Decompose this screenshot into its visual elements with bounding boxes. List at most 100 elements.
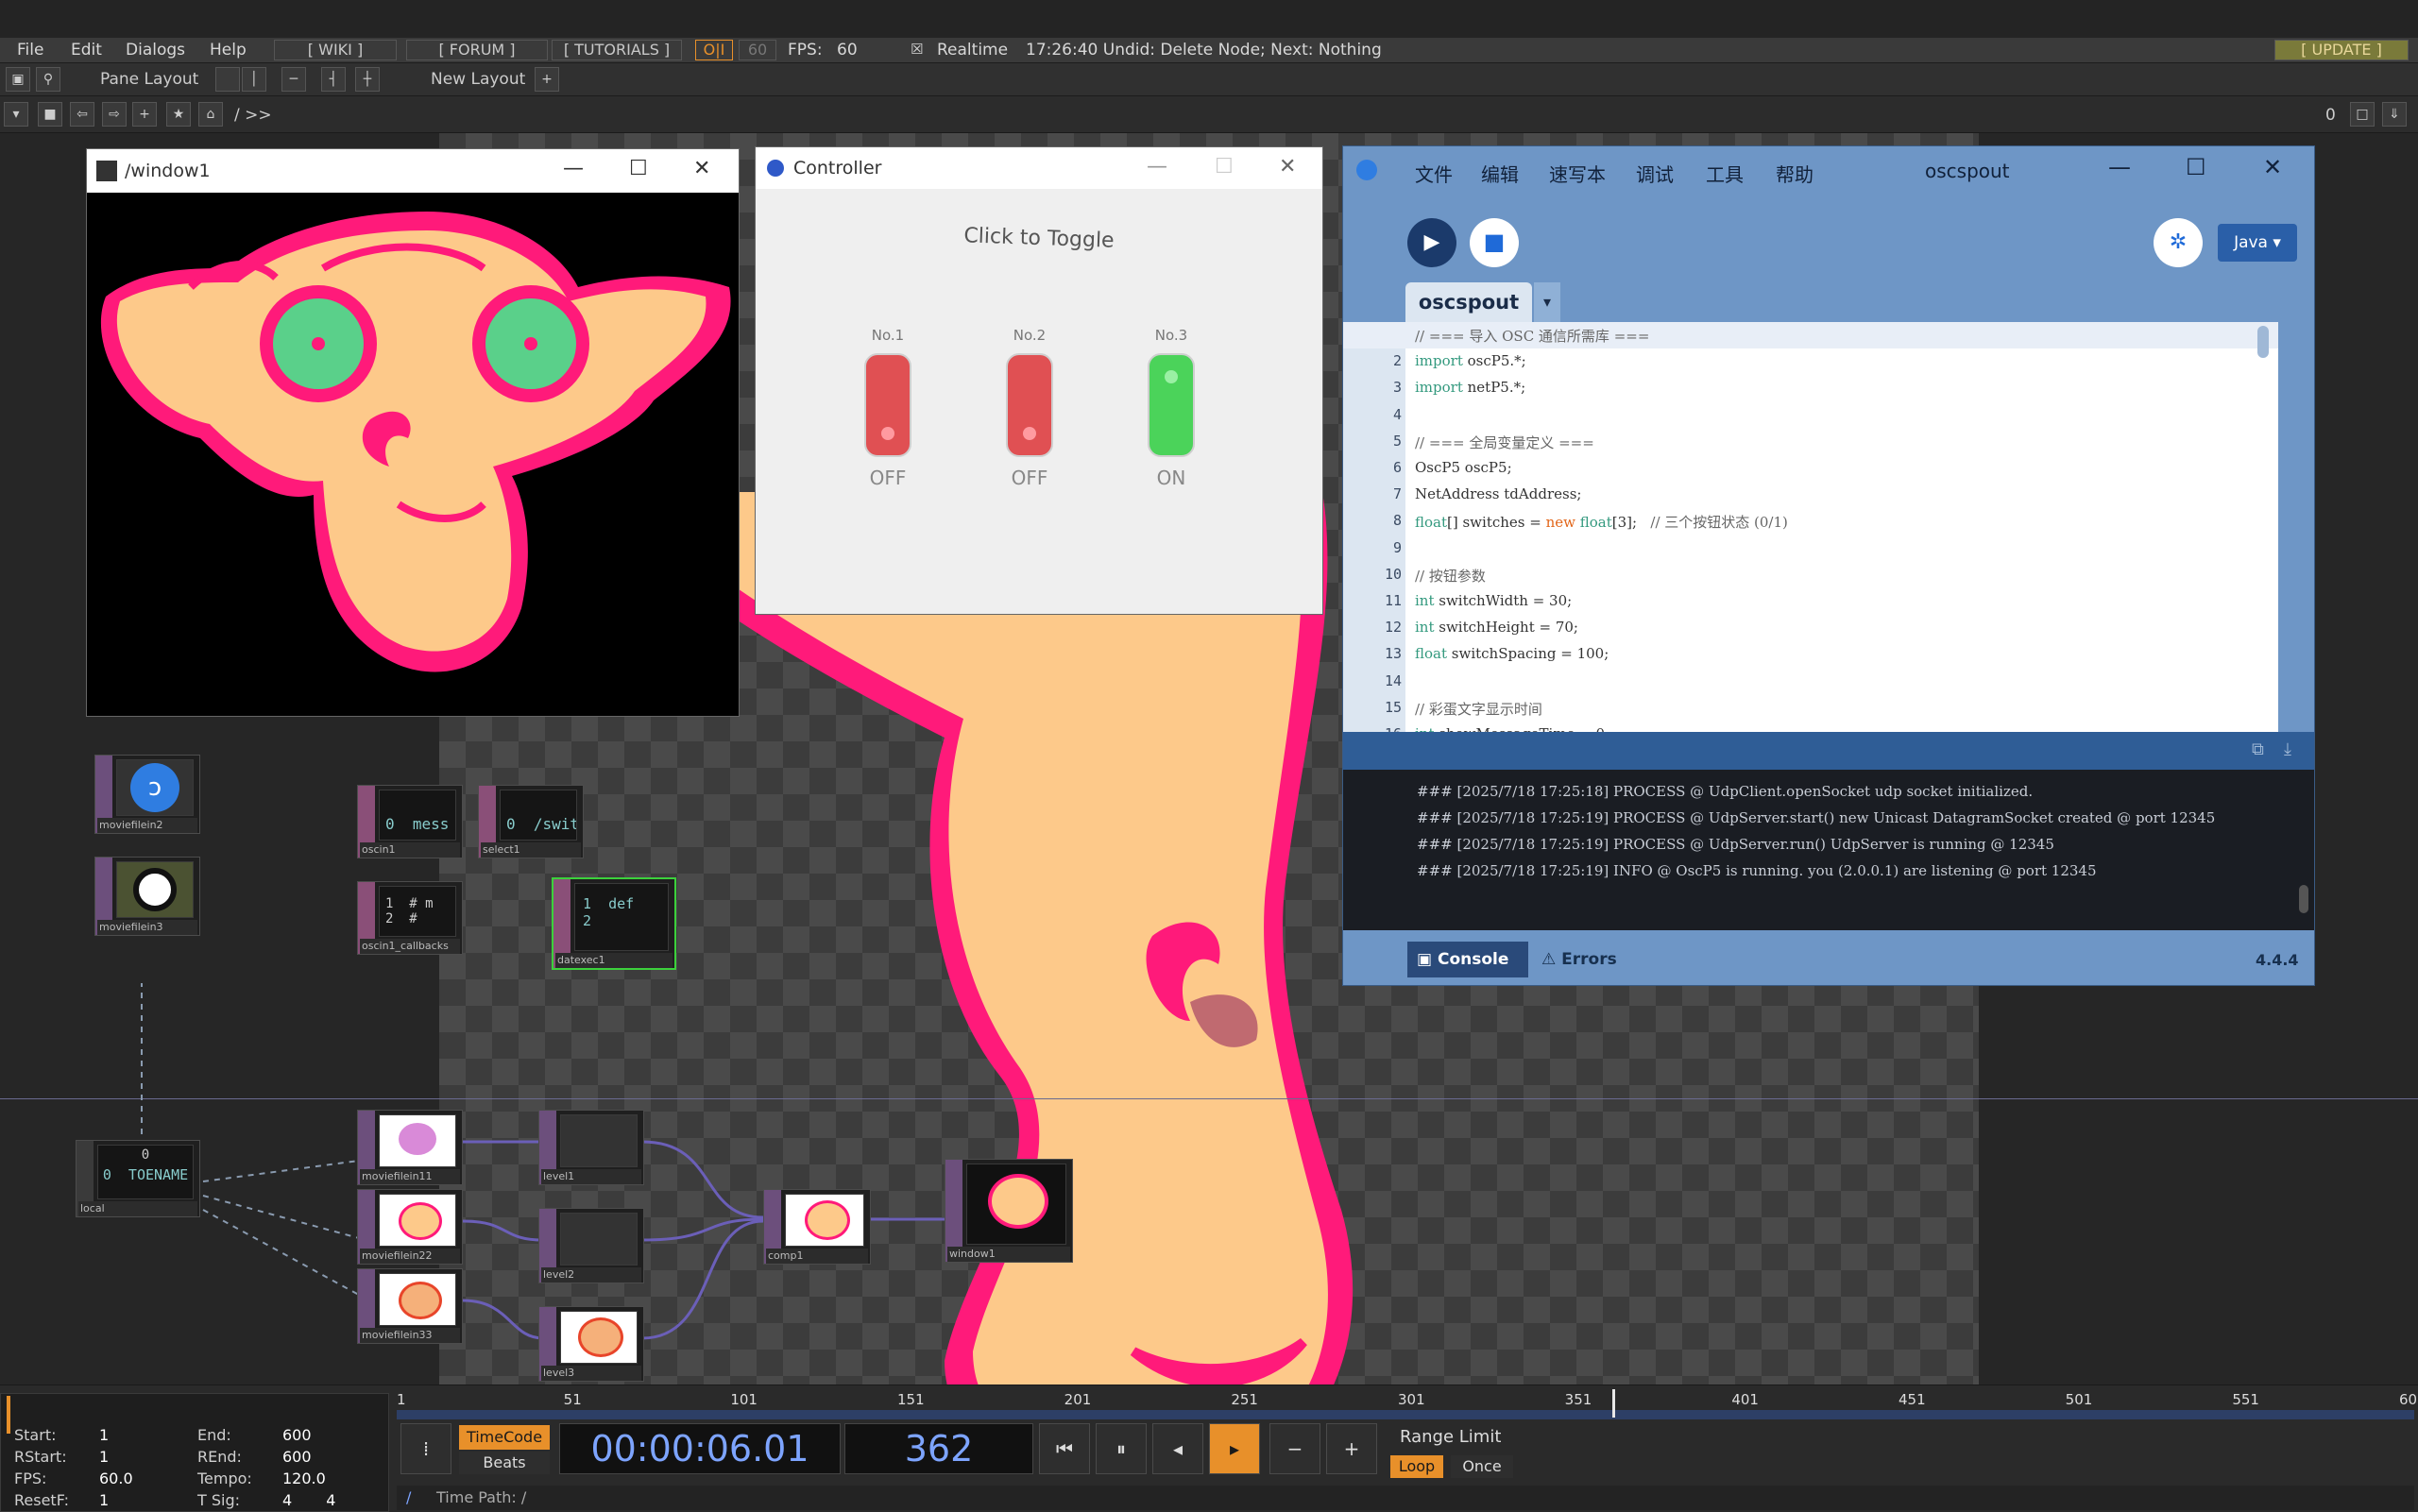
switch-toggle[interactable] (1006, 353, 1053, 457)
add-icon[interactable]: + (132, 102, 157, 127)
chevron-down-icon[interactable]: ▾ (4, 102, 28, 127)
clear-icon[interactable]: ⤓ (2284, 739, 2291, 759)
code-line[interactable]: import oscP5.*; (1415, 352, 1526, 369)
node-moviefilein2[interactable]: ↄ moviefilein2 (94, 755, 200, 834)
ide-menu-file[interactable]: 文件 (1415, 160, 1453, 187)
code-line[interactable]: // === 全局变量定义 === (1415, 433, 1594, 452)
menu-dialogs[interactable]: Dialogs (126, 41, 185, 59)
copy-icon[interactable]: ⧉ (2252, 739, 2264, 759)
image-icon[interactable]: ▣ (6, 67, 30, 92)
once-button[interactable]: Once (1451, 1455, 1513, 1478)
mode-selector[interactable]: Java ▾ (2218, 224, 2297, 262)
node-datexec1[interactable]: 1 def 2 datexec1 (552, 877, 676, 970)
code-line[interactable]: // 彩蛋文字显示时间 (1415, 699, 1542, 719)
minimize-icon[interactable]: — (2108, 154, 2131, 180)
maximize-icon[interactable]: ☐ (629, 157, 648, 180)
switch-toggle[interactable] (1148, 353, 1195, 457)
node-moviefilein22[interactable]: moviefilein22 (357, 1189, 463, 1265)
node-local[interactable]: 0 0 TOENAME local (76, 1140, 200, 1217)
close-icon[interactable]: ✕ (1279, 155, 1296, 178)
realtime-checkbox-icon[interactable]: ☒ (911, 41, 923, 58)
code-line[interactable]: NetAddress tdAddress; (1415, 485, 1581, 502)
forward-icon[interactable]: ⇨ (102, 102, 127, 127)
code-line[interactable]: float switchSpacing = 100; (1415, 645, 1609, 662)
switch-toggle[interactable] (864, 353, 911, 457)
add-layout-button[interactable]: + (535, 67, 559, 92)
frame-display[interactable]: 362 (844, 1423, 1033, 1474)
code-line[interactable]: float[] switches = new float[3]; // 三个按钮… (1415, 512, 1788, 532)
close-icon[interactable]: ✕ (2263, 154, 2282, 180)
minimize-icon[interactable]: — (1147, 155, 1167, 178)
processing-ide-window[interactable]: 文件 编辑 速写本 调试 工具 帮助 oscspout — ☐ ✕ ▶ ■ ✲ … (1343, 146, 2314, 985)
maximize-pane-icon[interactable]: □ (2350, 102, 2375, 127)
node-window1[interactable]: window1 (945, 1159, 1073, 1263)
maximize-icon[interactable]: ☐ (1215, 155, 1234, 178)
node-select1[interactable]: 0 /swit select1 (478, 785, 584, 858)
node-level3[interactable]: level3 (538, 1306, 644, 1382)
time-path-slash[interactable]: / (406, 1488, 411, 1506)
ide-menu-sketch[interactable]: 速写本 (1549, 160, 1606, 187)
ide-menu-help[interactable]: 帮助 (1776, 160, 1814, 187)
console-output[interactable]: ### [2025/7/18 17:25:18] PROCESS @ UdpCl… (1343, 770, 2314, 930)
speed-up-icon[interactable]: + (1326, 1423, 1377, 1474)
stop-icon[interactable]: ■ (38, 102, 62, 127)
switch-no2[interactable]: No.2 OFF (1001, 327, 1058, 489)
menu-edit[interactable]: Edit (71, 41, 102, 59)
timecode-display[interactable]: 00:00:06.01 (559, 1423, 841, 1474)
tab-oscspout[interactable]: oscspout (1405, 282, 1532, 322)
controller-titlebar[interactable]: Controller — ☐ ✕ (756, 147, 1322, 189)
maximize-icon[interactable]: ☐ (2186, 154, 2206, 180)
ide-menu-tools[interactable]: 工具 (1706, 160, 1744, 187)
playhead[interactable] (1612, 1389, 1615, 1418)
back-icon[interactable]: ⇦ (70, 102, 94, 127)
switch-no1[interactable]: No.1 OFF (860, 327, 916, 489)
ide-menu-edit[interactable]: 编辑 (1481, 160, 1519, 187)
menu-help[interactable]: Help (210, 41, 247, 59)
fps-target[interactable]: 60 (739, 40, 776, 60)
step-back-icon[interactable]: ◂ (1152, 1423, 1203, 1474)
node-level2[interactable]: level2 (538, 1208, 644, 1283)
star-icon[interactable]: ★ (166, 102, 191, 127)
tutorials-link[interactable]: [ TUTORIALS ] (552, 40, 682, 60)
time-path-label[interactable]: Time Path: / (436, 1488, 526, 1506)
node-oscin1-callbacks[interactable]: 1 # m 2 # oscin1_callbacks (357, 881, 463, 955)
perform-mode-toggle[interactable]: O|I (695, 40, 733, 60)
debugger-icon[interactable]: ✲ (2154, 218, 2203, 267)
tab-menu-chevron-icon[interactable]: ▾ (1534, 282, 1560, 322)
console-tab[interactable]: ▣ Console (1407, 942, 1528, 977)
minimize-icon[interactable]: — (563, 157, 584, 180)
node-moviefilein11[interactable]: moviefilein11 (357, 1110, 463, 1185)
speed-down-icon[interactable]: − (1269, 1423, 1320, 1474)
window1-titlebar[interactable]: /window1 — ☐ ✕ (87, 149, 739, 193)
controller-window[interactable]: Controller — ☐ ✕ Click to Toggle No.1 OF… (756, 147, 1322, 614)
node-level1[interactable]: level1 (538, 1110, 644, 1185)
forum-link[interactable]: [ FORUM ] (406, 40, 548, 60)
code-line[interactable]: OscP5 oscP5; (1415, 459, 1512, 476)
code-line[interactable]: import netP5.*; (1415, 379, 1525, 396)
errors-tab[interactable]: ⚠ Errors (1541, 942, 1617, 977)
code-line[interactable]: // 按钮参数 (1415, 566, 1486, 586)
update-button[interactable]: [ UPDATE ] (2274, 40, 2409, 60)
rewind-icon[interactable]: ⏮ (1039, 1423, 1090, 1474)
console-scrollbar[interactable] (2299, 885, 2308, 913)
node-moviefilein3[interactable]: moviefilein3 (94, 857, 200, 936)
time-settings-values-2[interactable]: 600 600 120.0 4 4 (282, 1424, 335, 1511)
window1-output[interactable]: /window1 — ☐ ✕ (87, 149, 739, 716)
home-icon[interactable]: ⌂ (198, 102, 223, 127)
run-button[interactable]: ▶ (1407, 218, 1456, 267)
timeline-range-bar[interactable] (397, 1410, 2414, 1419)
timecode-button[interactable]: TimeCode (459, 1425, 550, 1450)
layout-three-icon[interactable]: ┤ (321, 67, 346, 92)
pin-icon[interactable]: ⇓ (2382, 102, 2407, 127)
code-editor[interactable]: 1234567891011121314151617 // === 导入 OSC … (1343, 322, 2278, 769)
editor-scrollbar[interactable] (2257, 326, 2269, 358)
code-line[interactable]: int switchHeight = 70; (1415, 619, 1578, 636)
ide-menu-debug[interactable]: 调试 (1636, 160, 1674, 187)
pause-icon[interactable]: ⏸ (1096, 1423, 1147, 1474)
layout-single-icon[interactable] (215, 67, 240, 92)
layout-split-v-icon[interactable]: │ (242, 67, 266, 92)
wiki-link[interactable]: [ WIKI ] (274, 40, 397, 60)
time-options-icon[interactable]: ⁞ (400, 1423, 451, 1474)
node-moviefilein33[interactable]: moviefilein33 (357, 1268, 463, 1344)
node-comp1[interactable]: comp1 (763, 1189, 871, 1265)
